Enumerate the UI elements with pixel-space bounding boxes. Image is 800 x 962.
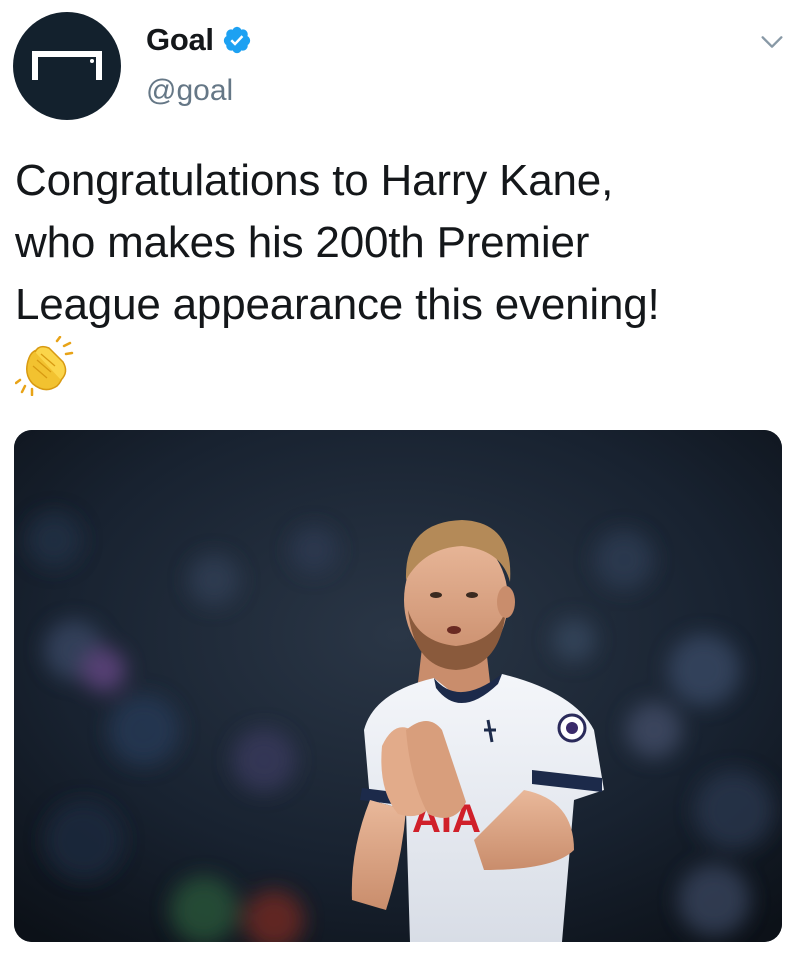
author-name-row[interactable]: Goal (146, 20, 252, 60)
goal-logo-icon (32, 51, 102, 80)
clapping-hands-emoji (15, 336, 74, 396)
avatar[interactable] (13, 12, 121, 120)
tweet-text: Congratulations to Harry Kane, who makes… (15, 150, 790, 336)
tweet-text-line: Congratulations to Harry Kane, (15, 156, 614, 205)
verified-badge-icon (223, 26, 250, 54)
author-handle[interactable]: @goal (146, 74, 233, 108)
chevron-down-icon[interactable] (758, 28, 786, 56)
display-name[interactable]: Goal (146, 22, 214, 58)
tweet-photo[interactable]: AIA (14, 430, 782, 942)
harry-kane-photo: AIA (14, 430, 782, 942)
tweet-text-line: who makes his 200th Premier (15, 218, 590, 267)
tweet-text-line: League appearance this evening! (15, 280, 660, 329)
